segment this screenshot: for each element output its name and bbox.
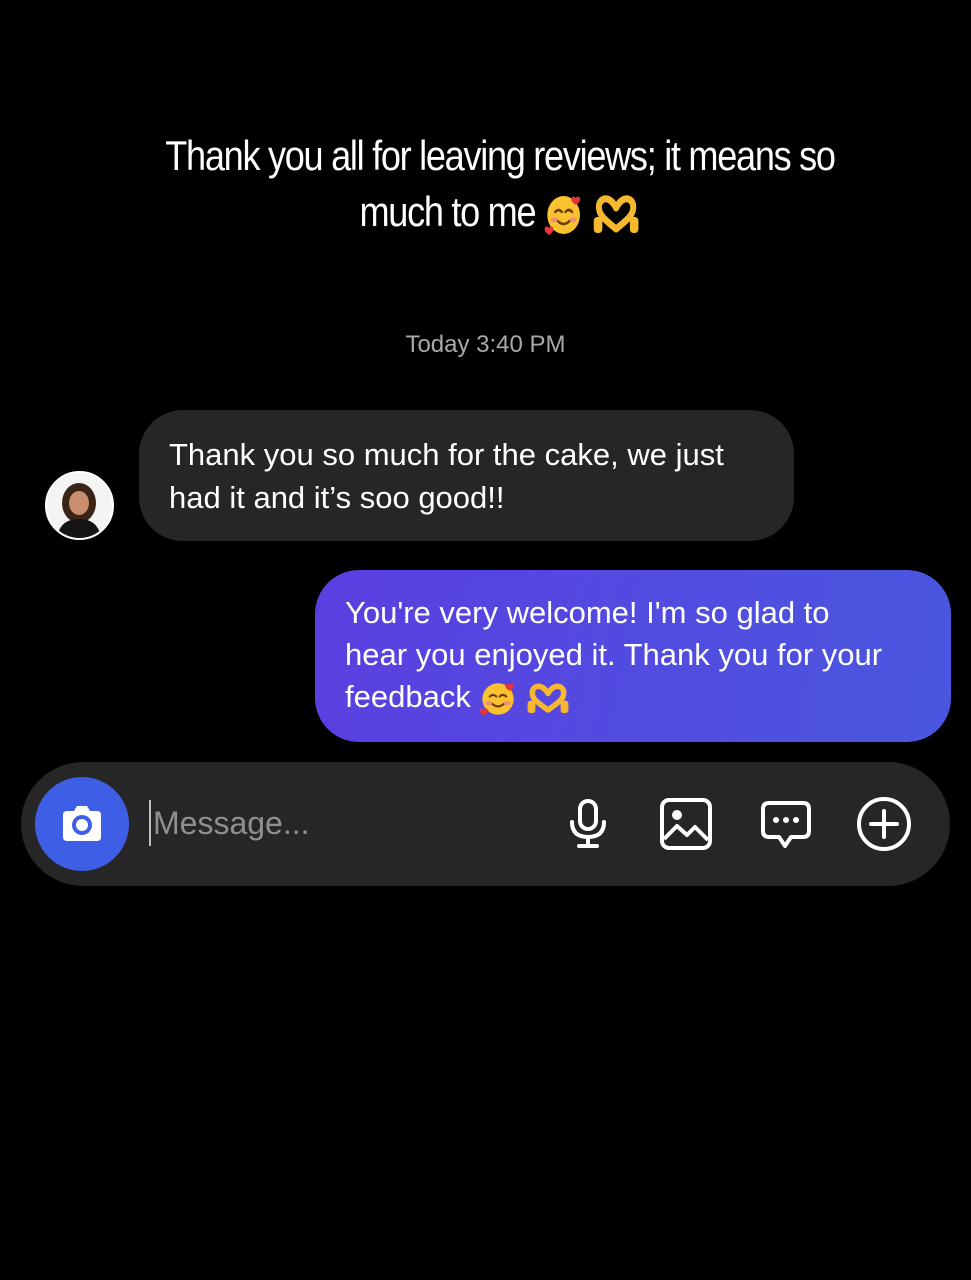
outgoing-message-line-2: hear you enjoyed it. Thank you for your (345, 637, 883, 672)
camera-icon (63, 806, 101, 841)
smiling-face-with-hearts-icon (479, 680, 517, 718)
message-input[interactable] (149, 800, 533, 846)
add-button[interactable] (855, 795, 913, 853)
image-icon (660, 798, 712, 850)
plus-circle-icon (857, 797, 911, 851)
microphone-icon (570, 799, 606, 848)
caption-line-1: Thank you all for leaving reviews; it me… (165, 132, 836, 179)
contact-avatar[interactable] (45, 471, 114, 540)
microphone-button[interactable] (559, 795, 617, 853)
gallery-button[interactable] (657, 795, 715, 853)
outgoing-message-line-1: You're very welcome! I'm so glad to (345, 595, 830, 630)
caption-line-2-row: much to me (165, 184, 836, 240)
smiling-face-with-hearts-icon (544, 192, 584, 238)
outgoing-message-line-3: feedback (345, 679, 471, 714)
incoming-message-bubble[interactable]: Thank you so much for the cake, we just … (139, 410, 794, 541)
outgoing-message-bubble[interactable]: You're very welcome! I'm so glad to hear… (315, 570, 951, 742)
camera-button[interactable] (35, 777, 129, 871)
outgoing-message-line-3-row: feedback (345, 676, 923, 718)
message-timestamp: Today 3:40 PM (405, 331, 566, 358)
message-composer (21, 762, 950, 886)
caption-line-2: much to me (359, 188, 536, 235)
incoming-message-line-1: Thank you so much for the cake, we just (169, 437, 724, 472)
heart-hands-icon (592, 195, 640, 235)
incoming-message-line-2: had it and it’s soo good!! (169, 480, 505, 515)
sticker-button[interactable] (757, 795, 815, 853)
chat-bubble-icon (761, 801, 811, 848)
story-caption: Thank you all for leaving reviews; it me… (165, 128, 836, 240)
heart-hands-icon (526, 683, 570, 715)
